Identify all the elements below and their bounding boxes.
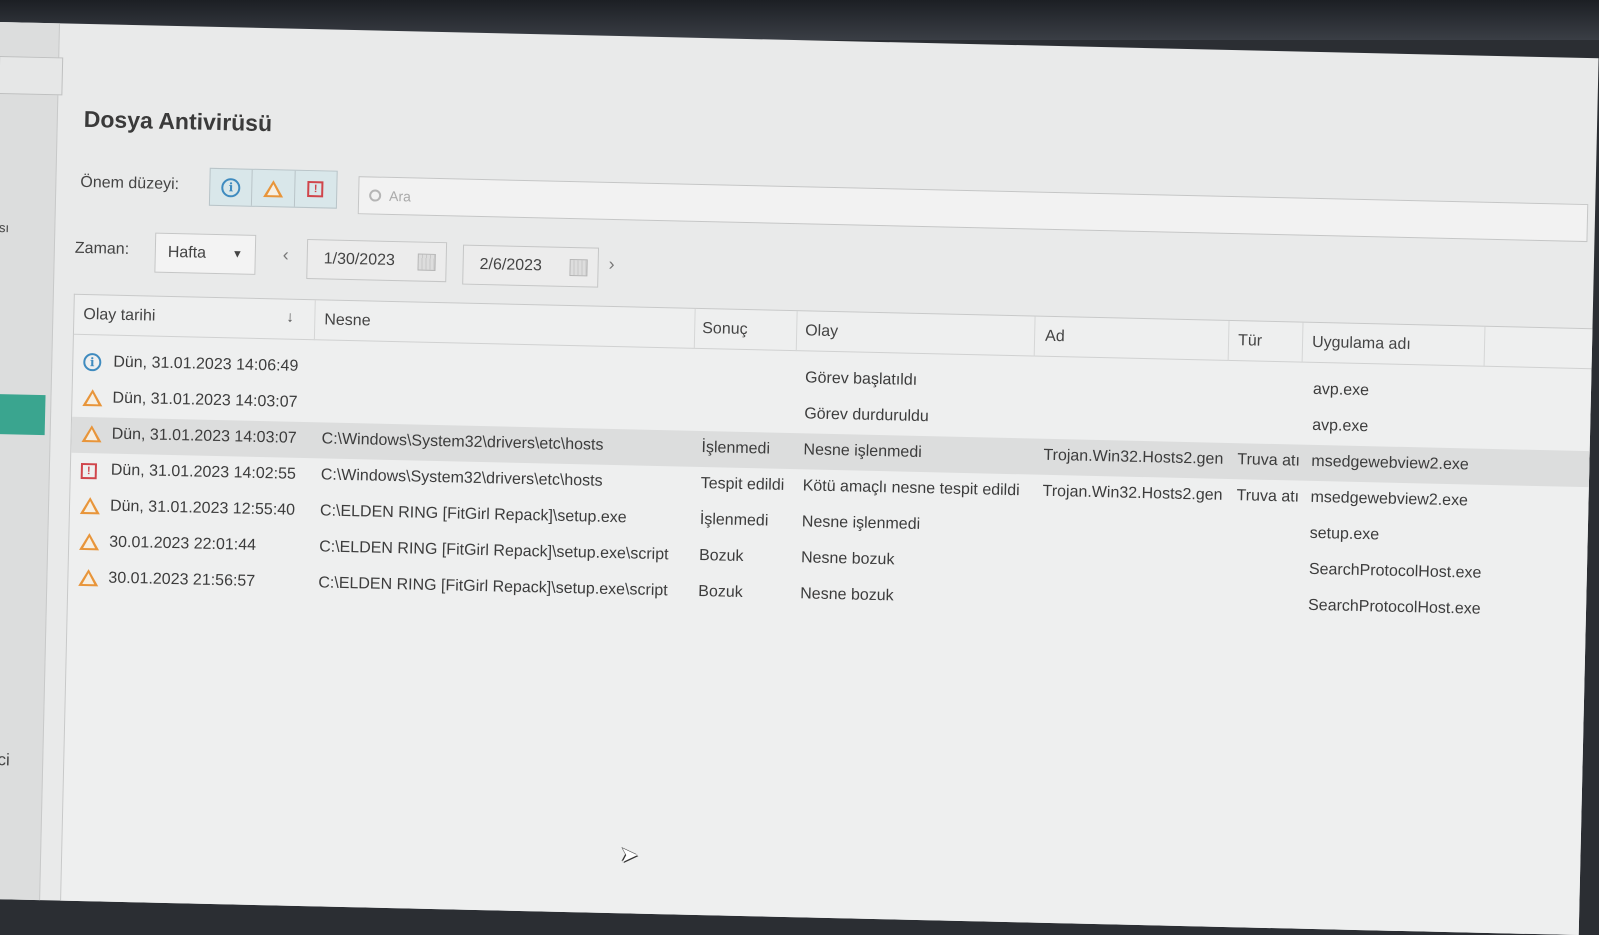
next-period-icon[interactable]: › xyxy=(608,254,614,275)
calendar-icon[interactable] xyxy=(417,253,436,271)
info-icon: i xyxy=(221,177,241,197)
warning-icon xyxy=(79,496,101,519)
warning-icon xyxy=(82,388,103,411)
cell-name: Trojan.Win32.Hosts2.gen xyxy=(1043,446,1224,468)
mouse-cursor-icon: ➤ xyxy=(620,842,639,867)
cell-app: SearchProtocolHost.exe xyxy=(1308,560,1482,582)
cell-object: C:\ELDEN RING [FitGirl Repack]\setup.exe… xyxy=(318,574,668,600)
cell-event: Nesne bozuk xyxy=(800,549,895,569)
cell-result: İşlenmedi xyxy=(699,511,769,530)
severity-label: Önem düzeyi: xyxy=(80,173,180,194)
column-divider[interactable] xyxy=(1301,322,1304,363)
date-from-field[interactable]: 1/30/2023 xyxy=(306,239,448,283)
warning-icon xyxy=(81,424,102,447)
sidebar-item-partial[interactable]: ısı xyxy=(0,220,9,235)
cell-date: Dün, 31.01.2023 14:02:55 xyxy=(110,461,297,483)
time-label: Zaman: xyxy=(74,239,130,258)
cell-type: Truva atı xyxy=(1236,487,1300,506)
severity-filter: i ! xyxy=(208,167,338,209)
cell-date: Dün, 31.01.2023 12:55:40 xyxy=(109,497,296,519)
period-value: Hafta xyxy=(167,243,207,262)
page-title: Dosya Antivirüsü xyxy=(83,105,273,137)
cell-object: C:\Windows\System32\drivers\etc\hosts xyxy=(321,430,604,454)
calendar-icon[interactable] xyxy=(569,258,588,277)
severity-error-button[interactable]: ! xyxy=(295,171,337,208)
column-header-name[interactable]: Ad xyxy=(1045,328,1065,346)
column-divider[interactable] xyxy=(693,308,696,349)
cell-app: avp.exe xyxy=(1311,416,1369,436)
cell-app: SearchProtocolHost.exe xyxy=(1307,596,1481,618)
cell-object: C:\ELDEN RING [FitGirl Repack]\setup.exe… xyxy=(318,538,669,564)
cell-app: avp.exe xyxy=(1312,380,1370,400)
column-header-app[interactable]: Uygulama adı xyxy=(1312,334,1411,354)
events-table: Olay tarihi ↓ Nesne Sonuç Olay Ad Tür Uy… xyxy=(60,293,1593,935)
warning-icon xyxy=(78,568,99,591)
cell-object: C:\ELDEN RING [FitGirl Repack]\setup.exe xyxy=(319,502,627,527)
cell-result: Tespit edildi xyxy=(700,475,785,494)
column-header-type[interactable]: Tür xyxy=(1238,332,1262,351)
sidebar-top-box[interactable] xyxy=(0,55,64,96)
cell-name: Trojan.Win32.Hosts2.gen xyxy=(1042,482,1223,504)
date-to-field[interactable]: 2/6/2023 xyxy=(462,244,600,288)
date-to-value: 2/6/2023 xyxy=(479,255,543,275)
cell-result: İşlenmedi xyxy=(701,439,771,458)
cell-app: msedgewebview2.exe xyxy=(1311,452,1469,474)
cell-event: Görev başlatıldı xyxy=(804,369,918,389)
info-icon: i xyxy=(83,352,102,372)
error-icon: ! xyxy=(80,461,98,480)
cell-date: 30.01.2023 22:01:44 xyxy=(109,533,257,554)
cell-date: 30.01.2023 21:56:57 xyxy=(108,569,256,590)
chevron-down-icon: ▼ xyxy=(231,248,243,261)
warning-icon xyxy=(79,532,100,555)
column-divider[interactable] xyxy=(1483,326,1486,367)
column-divider[interactable] xyxy=(795,311,798,352)
cell-date: Dün, 31.01.2023 14:03:07 xyxy=(111,425,297,447)
cell-date: Dün, 31.01.2023 14:03:07 xyxy=(112,389,298,411)
column-header-event[interactable]: Olay xyxy=(805,322,838,341)
cell-event: Kötü amaçlı nesne tespit edildi xyxy=(802,477,1020,500)
search-input[interactable]: Ara xyxy=(357,176,1589,243)
column-header-date[interactable]: Olay tarihi xyxy=(83,306,155,326)
cell-event: Nesne işlenmedi xyxy=(801,513,921,534)
column-header-result[interactable]: Sonuç xyxy=(702,320,748,339)
date-from-value: 1/30/2023 xyxy=(323,250,396,270)
period-dropdown[interactable]: Hafta ▼ xyxy=(154,232,257,275)
app-window: ısı yici Dosya Antivirüsü Önem düzeyi: i… xyxy=(0,22,1599,935)
cell-result: Bozuk xyxy=(698,582,743,601)
sidebar-item-partial-2[interactable]: yici xyxy=(0,750,10,771)
cell-result: Bozuk xyxy=(698,546,744,566)
error-icon: ! xyxy=(307,181,324,198)
cell-app: setup.exe xyxy=(1309,524,1380,544)
cell-date: Dün, 31.01.2023 14:06:49 xyxy=(113,353,299,375)
search-icon xyxy=(369,189,382,202)
cell-event: Görev durduruldu xyxy=(804,405,929,426)
prev-period-icon[interactable]: ‹ xyxy=(283,244,289,265)
severity-info-button[interactable]: i xyxy=(209,168,254,206)
search-placeholder: Ara xyxy=(388,187,412,205)
column-divider[interactable] xyxy=(1227,320,1230,361)
sort-descending-icon[interactable]: ↓ xyxy=(286,309,294,326)
severity-warning-button[interactable] xyxy=(252,169,296,207)
column-divider[interactable] xyxy=(1033,316,1036,357)
warning-icon xyxy=(263,179,284,197)
cell-object: C:\Windows\System32\drivers\etc\hosts xyxy=(320,466,603,490)
sidebar-item-selected[interactable] xyxy=(0,393,46,436)
cell-app: msedgewebview2.exe xyxy=(1310,488,1469,510)
cell-event: Nesne işlenmedi xyxy=(803,441,922,462)
cell-type: Truva atı xyxy=(1237,451,1301,470)
column-divider[interactable] xyxy=(313,300,316,341)
cell-event: Nesne bozuk xyxy=(800,585,894,605)
sidebar: ısı yici xyxy=(0,22,64,901)
column-header-object[interactable]: Nesne xyxy=(324,311,371,330)
